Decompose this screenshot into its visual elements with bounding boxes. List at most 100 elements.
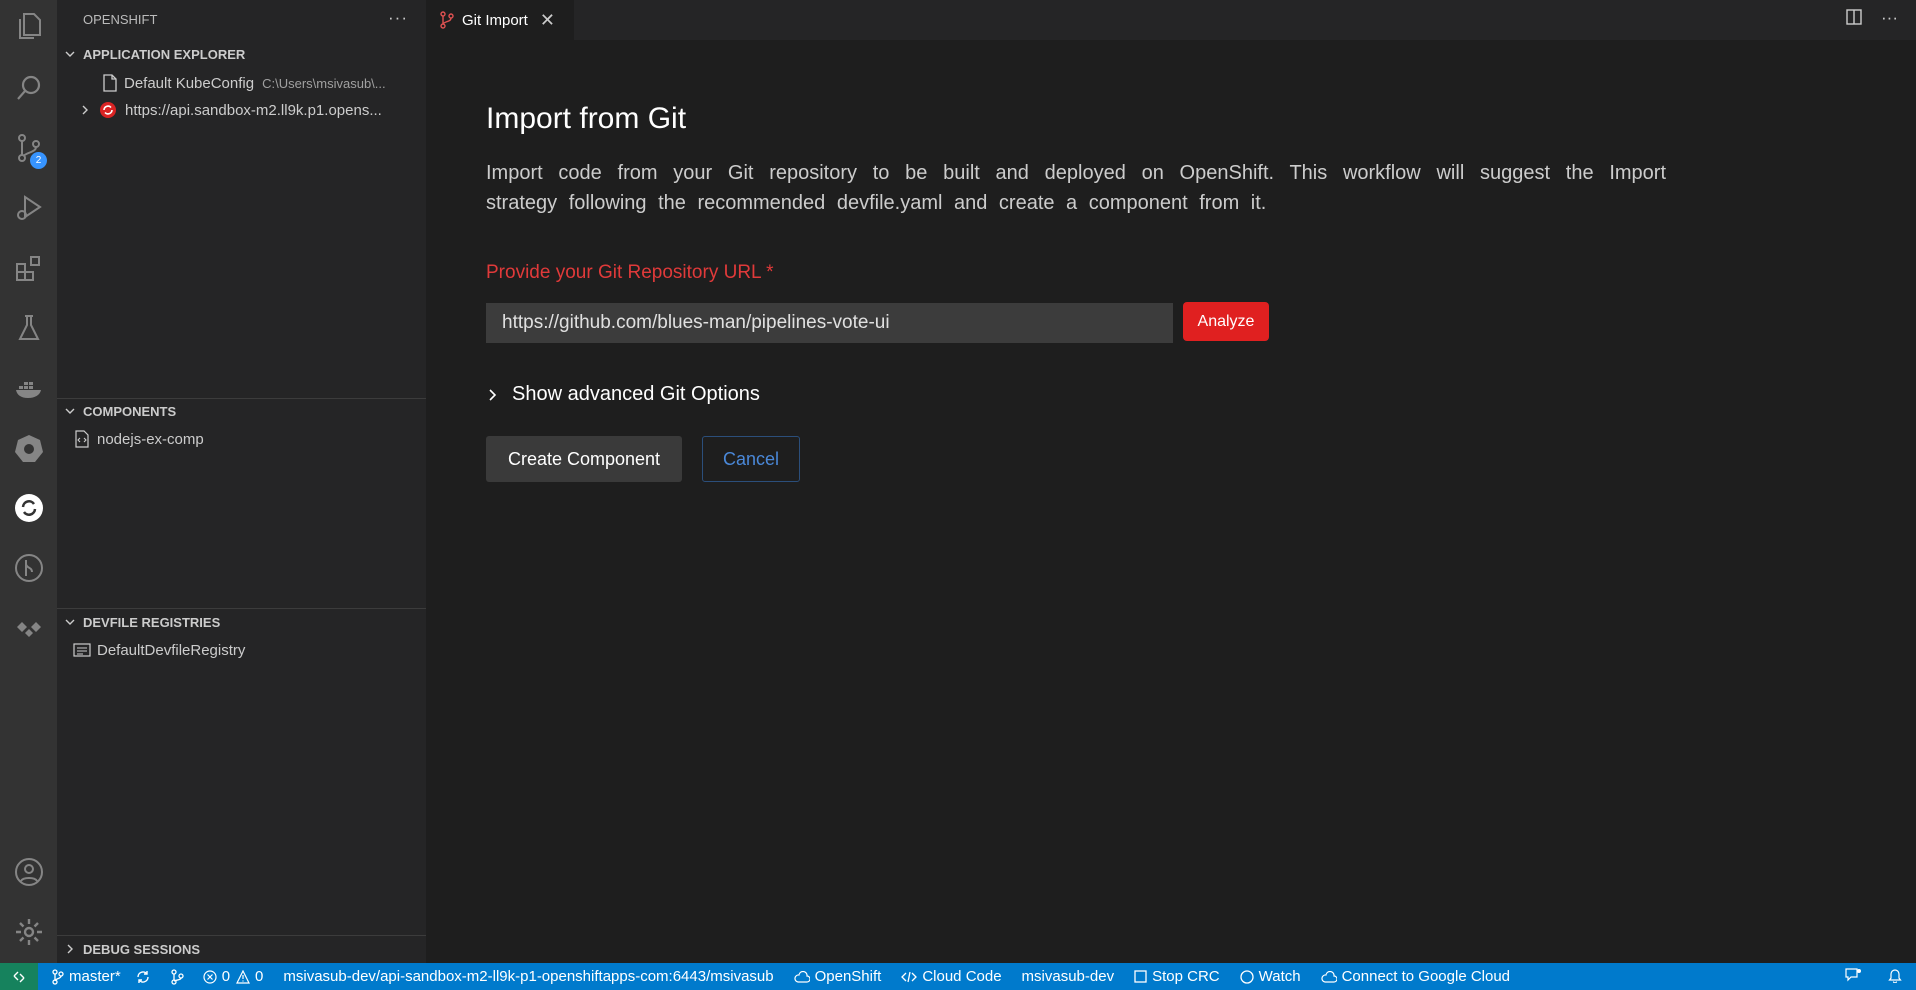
problems-status[interactable]: 0 0 [203, 968, 264, 985]
chevron-down-icon [57, 616, 83, 628]
cloud-code-label: Cloud Code [922, 968, 1002, 985]
cancel-button[interactable]: Cancel [702, 436, 800, 482]
docker-icon[interactable] [0, 364, 57, 412]
context-label: msivasub-dev/api-sandbox-m2-ll9k-p1-open… [283, 968, 774, 985]
branch-label: master* [69, 968, 121, 985]
warning-count: 0 [255, 968, 264, 985]
section-debug-sessions[interactable]: DEBUG SESSIONS [57, 938, 426, 960]
stop-crc-label: Stop CRC [1152, 968, 1220, 985]
section-label: DEBUG SESSIONS [83, 941, 201, 957]
section-label: APPLICATION EXPLORER [83, 46, 246, 62]
sync-icon[interactable] [135, 969, 156, 985]
tree-item-label: nodejs-ex-comp [97, 430, 204, 448]
section-divider [57, 608, 426, 609]
section-components[interactable]: COMPONENTS [57, 400, 426, 422]
file-icon [102, 74, 118, 92]
sidebar-title: OPENSHIFT [83, 11, 158, 27]
page-description: Import code from your Git repository to … [486, 162, 1666, 214]
advanced-options-toggle[interactable]: Show advanced Git Options [486, 383, 760, 406]
tree-item-label: Default KubeConfig [124, 74, 255, 92]
accounts-icon[interactable] [0, 848, 57, 896]
sidebar: OPENSHIFT ··· APPLICATION EXPLORER Defau… [57, 0, 426, 963]
cloud-code-status[interactable]: Cloud Code [901, 968, 1002, 985]
close-icon[interactable]: ✕ [540, 10, 555, 31]
tree-item-label: DefaultDevfileRegistry [97, 641, 246, 659]
explorer-icon[interactable] [0, 2, 57, 50]
registry-icon [73, 642, 91, 658]
testing-icon[interactable] [0, 304, 57, 352]
git-branch-icon [52, 968, 64, 985]
git-graph-icon[interactable] [0, 544, 57, 592]
section-application-explorer[interactable]: APPLICATION EXPLORER [57, 43, 426, 65]
stop-icon [1134, 970, 1147, 983]
cloud-icon [794, 970, 810, 983]
tree-item-description: C:\Users\msivasub\... [262, 75, 386, 91]
manage-gear-icon[interactable] [0, 908, 57, 956]
namespace-label: msivasub-dev [1021, 968, 1115, 985]
cloud-icon [1320, 970, 1337, 983]
tree-item-cluster[interactable]: https://api.sandbox-m2.ll9k.p1.opens... [57, 98, 426, 122]
git-url-label: Provide your Git Repository URL * [486, 262, 774, 283]
warning-icon [236, 969, 251, 984]
google-cloud-label: Connect to Google Cloud [1341, 968, 1511, 985]
section-divider [57, 935, 426, 936]
split-editor-icon[interactable] [1845, 8, 1863, 31]
feedback-icon[interactable] [1844, 967, 1862, 987]
circle-icon [1239, 969, 1254, 984]
git-import-page: Import from Git Import code from your Gi… [426, 40, 1916, 963]
namespace-status[interactable]: msivasub-dev [1022, 968, 1115, 985]
source-control-icon[interactable]: 2 [0, 124, 57, 172]
chevron-down-icon [57, 48, 83, 60]
tree-item-registry[interactable]: DefaultDevfileRegistry [57, 638, 426, 662]
error-count: 0 [221, 968, 231, 985]
google-cloud-status[interactable]: Connect to Google Cloud [1320, 968, 1511, 985]
search-icon[interactable] [0, 64, 57, 112]
run-debug-icon[interactable] [0, 184, 57, 232]
tab-git-import[interactable]: Git Import ✕ [426, 0, 574, 40]
section-label: DEVFILE REGISTRIES [83, 614, 221, 630]
openshift-label: OpenShift [814, 968, 882, 985]
editor-tab-strip: Git Import ✕ ··· [426, 0, 1916, 40]
branch-status[interactable]: master* [52, 968, 121, 985]
code-icon [901, 971, 918, 982]
editor-actions: ··· [1845, 8, 1898, 31]
openshift-status[interactable]: OpenShift [794, 968, 882, 985]
remote-indicator-icon[interactable] [0, 963, 38, 990]
scm-badge: 2 [30, 152, 47, 169]
status-bar: master* 0 0 msivasub-dev/api-sandbox-m2-… [0, 963, 1916, 990]
chevron-right-icon [79, 104, 99, 116]
notifications-bell-icon[interactable] [1888, 967, 1902, 987]
git-url-input[interactable] [486, 303, 1173, 343]
tree-item-label: https://api.sandbox-m2.ll9k.p1.opens... [125, 101, 382, 119]
watch-status[interactable]: Watch [1239, 968, 1301, 985]
remote-explorer-icon[interactable] [0, 604, 57, 652]
stop-crc-status[interactable]: Stop CRC [1134, 968, 1220, 985]
sidebar-header: OPENSHIFT ··· [57, 0, 426, 38]
create-component-button[interactable]: Create Component [486, 436, 682, 482]
extensions-icon[interactable] [0, 244, 57, 292]
activity-bar: 2 [0, 0, 57, 963]
analyze-button[interactable]: Analyze [1183, 302, 1269, 341]
watch-label: Watch [1258, 968, 1301, 985]
section-divider [57, 398, 426, 399]
tree-item-kubeconfig[interactable]: Default KubeConfig C:\Users\msivasub\... [57, 71, 426, 95]
git-branch-icon [440, 11, 454, 29]
component-file-icon [73, 430, 91, 448]
error-icon [203, 969, 217, 984]
kubernetes-icon[interactable] [0, 424, 57, 472]
kube-context-status[interactable]: msivasub-dev/api-sandbox-m2-ll9k-p1-open… [283, 968, 773, 985]
git-graph-status-icon[interactable] [170, 968, 189, 985]
tab-label: Git Import [462, 11, 528, 29]
more-actions-icon[interactable]: ··· [388, 8, 408, 28]
chevron-right-icon [486, 388, 500, 402]
section-label: COMPONENTS [83, 403, 177, 419]
openshift-icon[interactable] [0, 484, 57, 532]
chevron-down-icon [57, 405, 83, 417]
advanced-options-label: Show advanced Git Options [512, 383, 760, 405]
status-bar-right [1844, 963, 1902, 990]
page-title: Import from Git [486, 102, 687, 135]
tree-item-component[interactable]: nodejs-ex-comp [57, 427, 426, 451]
section-devfile-registries[interactable]: DEVFILE REGISTRIES [57, 611, 426, 633]
more-actions-icon[interactable]: ··· [1881, 8, 1898, 31]
chevron-right-icon [57, 943, 83, 955]
